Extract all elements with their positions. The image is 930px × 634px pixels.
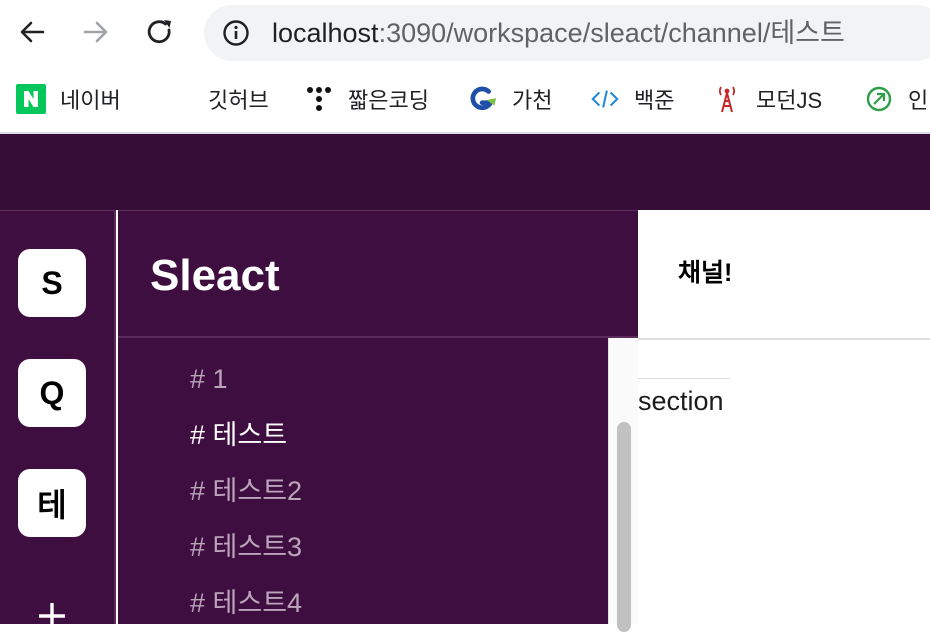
bookmark-label: 백준 xyxy=(634,88,675,113)
bookmark-github[interactable]: 깃허브 xyxy=(208,84,269,114)
back-button[interactable] xyxy=(14,14,50,50)
url-path: :3090/workspace/sleact/channel/테스트 xyxy=(378,18,845,48)
chat-area: 채널! section xyxy=(638,210,930,624)
channel-list: # 1 # 테스트 # 테스트2 # 테스트3 # 테스트4 xyxy=(118,338,608,625)
workspace-button-s[interactable]: S xyxy=(18,249,86,317)
plus-icon xyxy=(39,603,65,629)
bookmark-label: 네이버 xyxy=(60,88,121,113)
channel-item-test3[interactable]: # 테스트3 xyxy=(190,531,302,563)
channel-item-test2[interactable]: # 테스트2 xyxy=(190,475,302,507)
leaf-circle-icon xyxy=(864,84,894,114)
workspace-initial: 테 xyxy=(37,487,67,523)
bookmark-gachon[interactable]: 가천 xyxy=(468,84,552,114)
bookmark-label: 가천 xyxy=(512,88,553,113)
scrollbar-thumb[interactable] xyxy=(617,422,631,632)
app-header xyxy=(0,134,930,210)
browser-toolbar: localhost:3090/workspace/sleact/channel/… xyxy=(0,0,930,66)
arrow-left-icon xyxy=(20,21,45,43)
section-divider xyxy=(638,378,730,379)
workspace-button-te[interactable]: 테 xyxy=(18,469,86,537)
address-bar[interactable]: localhost:3090/workspace/sleact/channel/… xyxy=(204,5,930,61)
url-host: localhost xyxy=(272,18,379,48)
code-brackets-icon xyxy=(590,84,620,114)
bookmark-modern-js[interactable]: 모던JS xyxy=(712,84,822,114)
workspace-initial: S xyxy=(41,264,63,301)
workspace-button-q[interactable]: Q xyxy=(18,359,86,427)
naver-icon xyxy=(16,84,46,114)
channel-title: 채널! xyxy=(678,259,733,287)
add-workspace-button[interactable] xyxy=(34,599,70,629)
workspace-name: Sleact xyxy=(150,251,280,300)
workspace-name-bar[interactable]: Sleact xyxy=(118,211,638,338)
forward-button[interactable] xyxy=(78,14,114,50)
bookmark-label: 짧은코딩 xyxy=(348,88,429,113)
channel-item-1[interactable]: # 1 xyxy=(190,363,228,395)
chat-header: 채널! xyxy=(638,210,930,340)
bookmark-naver[interactable]: 네이버 xyxy=(16,84,121,114)
bookmark-in[interactable]: 인 xyxy=(864,84,928,114)
channel-list-scrollbar[interactable] xyxy=(608,338,638,632)
arrow-right-icon xyxy=(83,21,108,43)
bookmarks-bar: 네이버 깃허브 짧은코딩 가천 백준 모던JS 인 xyxy=(0,66,930,134)
section-label: section xyxy=(638,386,724,416)
radio-tower-icon xyxy=(712,84,742,114)
bookmark-baekjoon[interactable]: 백준 xyxy=(590,84,674,114)
channels-panel: Sleact # 1 # 테스트 # 테스트2 # 테스트3 # 테스트4 xyxy=(118,210,638,624)
workspace-bar: S Q 테 xyxy=(0,210,116,629)
site-info-icon[interactable] xyxy=(222,19,250,47)
reload-icon xyxy=(147,20,171,44)
url-text: localhost:3090/workspace/sleact/channel/… xyxy=(272,17,845,49)
channel-item-test[interactable]: # 테스트 xyxy=(190,419,287,451)
workspace-initial: Q xyxy=(39,374,65,411)
reload-button[interactable] xyxy=(142,14,178,50)
bookmark-short-coding[interactable]: 짧은코딩 xyxy=(304,84,429,114)
bookmark-label: 모던JS xyxy=(756,88,823,113)
dots-logo-icon xyxy=(304,84,334,114)
gachon-logo-icon xyxy=(468,84,498,114)
channel-item-test4[interactable]: # 테스트4 xyxy=(190,587,302,619)
bookmark-label: 깃허브 xyxy=(208,88,269,113)
bookmark-label: 인 xyxy=(908,88,929,113)
